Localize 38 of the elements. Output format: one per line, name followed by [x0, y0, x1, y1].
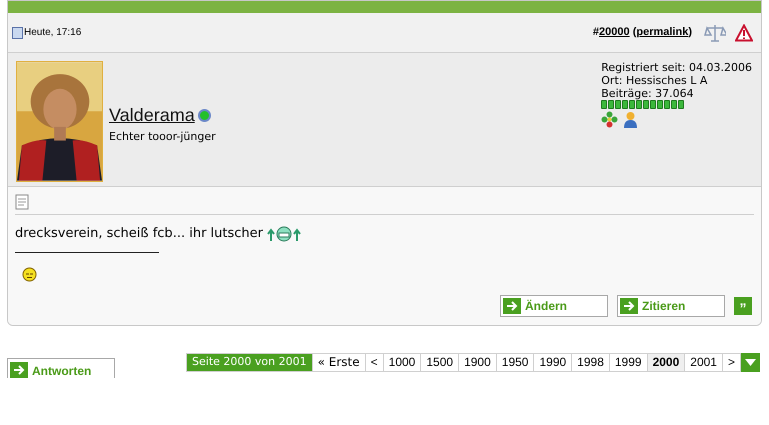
page-link[interactable]: 1000 — [382, 352, 422, 372]
close-paren: ) — [688, 26, 692, 38]
user-title: Echter tooor-jünger — [109, 128, 216, 145]
dropdown-button[interactable] — [741, 352, 760, 372]
page-link[interactable]: 2001 — [684, 352, 723, 372]
post-date: Heute, 17:16 — [24, 26, 82, 40]
user-icon[interactable] — [623, 111, 638, 128]
post-number-link[interactable]: 20000 — [599, 26, 630, 38]
grinning-smiley-icon — [267, 224, 301, 243]
page-link[interactable]: 1998 — [571, 352, 610, 372]
sleepy-smiley-icon — [22, 266, 37, 282]
document-icon — [12, 26, 23, 38]
first-page-link[interactable]: « Erste — [312, 352, 366, 372]
page-indicator: Seite 2000 von 2001 — [186, 352, 313, 372]
post-count: Beiträge: 37.064 — [601, 87, 695, 100]
page-link[interactable]: 1990 — [533, 352, 572, 372]
flower-icon[interactable] — [601, 111, 618, 128]
open-paren: ( — [632, 26, 636, 38]
page-link[interactable]: 1900 — [458, 352, 497, 372]
username-link[interactable]: Valderama — [109, 102, 195, 129]
page-link[interactable]: 1999 — [608, 352, 648, 372]
reply-button[interactable]: Antworten — [7, 358, 115, 378]
quote-button[interactable]: Zitieren — [617, 294, 725, 316]
page-link[interactable]: 2000 — [646, 352, 686, 372]
scales-icon[interactable] — [704, 22, 726, 42]
user-location: Ort: Hessisches L A — [601, 74, 708, 87]
next-page-link[interactable]: > — [722, 352, 741, 372]
edit-button[interactable]: Ändern — [500, 294, 608, 316]
previous-page-link[interactable]: < — [364, 352, 384, 372]
page-link[interactable]: 1950 — [496, 352, 534, 372]
post-message: drecksverein, scheiß fcb... ihr lutscher — [15, 225, 263, 243]
page-link[interactable]: 1500 — [420, 352, 460, 372]
hash-sign: # — [592, 26, 600, 38]
registered-date: Registriert seit: 04.03.2006 — [601, 61, 752, 74]
permalink-link[interactable]: permalink — [636, 26, 688, 38]
caret-icon — [745, 358, 756, 366]
warning-icon[interactable] — [735, 24, 753, 42]
document-icon — [15, 194, 29, 210]
